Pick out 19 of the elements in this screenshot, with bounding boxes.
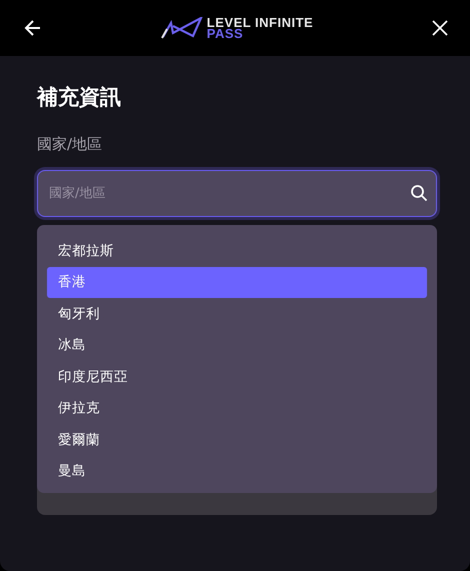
close-button[interactable]: [432, 20, 448, 36]
dropdown-option[interactable]: 曼島: [47, 456, 427, 487]
field-label: 國家/地區: [37, 134, 102, 154]
country-search-field[interactable]: 國家/地區: [37, 170, 437, 217]
dropdown-option[interactable]: 冰島: [47, 330, 427, 361]
close-icon: [432, 20, 448, 36]
dropdown-option[interactable]: 愛爾蘭: [47, 424, 427, 456]
dropdown-option[interactable]: 伊拉克: [47, 392, 427, 424]
logo-icon: [160, 17, 203, 39]
dropdown-option[interactable]: 香港: [47, 266, 427, 298]
back-button[interactable]: [24, 19, 42, 37]
dropdown-option[interactable]: 印度尼西亞: [47, 361, 427, 392]
logo-text: LEVEL INFINITE: [206, 17, 314, 28]
page-title: 補充資訊: [37, 84, 122, 110]
dropdown-option[interactable]: 匈牙利: [47, 298, 427, 330]
logo-subtext: PASS: [206, 28, 244, 39]
dropdown-option[interactable]: 宏都拉斯: [47, 235, 427, 266]
search-icon: [410, 184, 428, 202]
back-arrow-icon: [24, 19, 42, 37]
